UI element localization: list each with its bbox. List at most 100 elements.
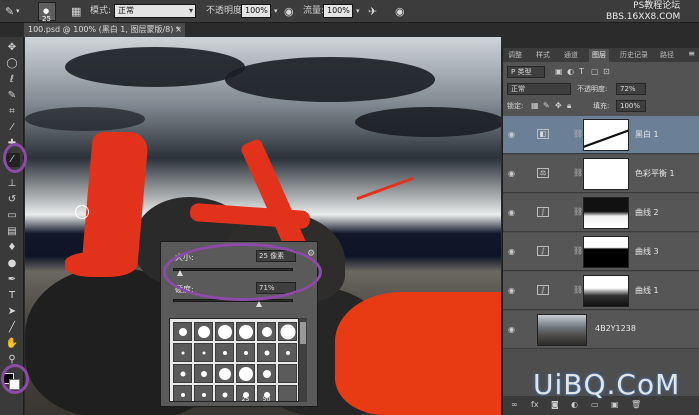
flow-input[interactable]: 100% xyxy=(323,4,353,18)
blur-tool-icon[interactable]: ♦ xyxy=(4,241,20,255)
layer-row[interactable]: ◉ 4B2Y1238 xyxy=(503,311,699,349)
panel-tab[interactable]: 调整 xyxy=(505,49,525,62)
lock-all-icon[interactable]: 🔒︎ xyxy=(567,101,571,111)
eye-icon[interactable]: ◉ xyxy=(508,208,515,217)
opacity-input[interactable]: 100% xyxy=(241,4,271,18)
brush-preset-tile[interactable] xyxy=(194,385,213,401)
hand-tool-icon[interactable]: ✋ xyxy=(4,337,20,351)
filter-adjust-icon[interactable]: ◐ xyxy=(567,67,574,76)
brush-preset-tile[interactable] xyxy=(257,364,276,383)
layer-mask-thumbnail[interactable] xyxy=(583,197,629,229)
brush-preset-tile[interactable] xyxy=(236,322,255,341)
mode-select[interactable]: 正常 xyxy=(114,4,196,18)
gradient-tool-icon[interactable]: ▤ xyxy=(4,225,20,239)
layer-mask-thumbnail[interactable] xyxy=(583,119,629,151)
brush-preset-tile[interactable] xyxy=(278,343,297,362)
filter-pixel-icon[interactable]: ▣ xyxy=(555,67,563,76)
lock-pixels-icon[interactable]: ✎ xyxy=(543,101,550,110)
document-tab[interactable]: 100.psd @ 100% (黑白 1, 图层蒙版/8) * × xyxy=(24,23,185,37)
filter-shape-icon[interactable]: ▢ xyxy=(591,67,599,76)
line-tool-icon[interactable]: ╱ xyxy=(4,321,20,335)
panel-tab[interactable]: 历史记录 xyxy=(617,49,651,62)
brush-preset-tile[interactable] xyxy=(173,322,192,341)
tool-preset-chevron-icon[interactable]: ▾ xyxy=(16,3,20,20)
layer-mask-thumbnail[interactable] xyxy=(583,275,629,307)
brush-preset-tile[interactable] xyxy=(257,322,276,341)
layer-style-icon[interactable]: fx xyxy=(531,400,539,409)
brush-preset-tile[interactable] xyxy=(215,364,234,383)
move-tool-icon[interactable]: ✥ xyxy=(4,41,20,55)
brush-preset-tile[interactable] xyxy=(173,343,192,362)
pressure-size-icon[interactable]: ◉ xyxy=(395,3,405,20)
new-group-icon[interactable]: ▭ xyxy=(591,400,599,409)
filter-smart-icon[interactable]: ⊡ xyxy=(603,67,610,76)
brush-hardness-slider-thumb[interactable] xyxy=(256,301,262,307)
crop-tool-icon[interactable]: ⌗ xyxy=(4,105,20,119)
layer-row[interactable]: ◉ ⚖ ⛓ 色彩平衡 1 xyxy=(503,155,699,193)
mask-link-icon[interactable]: ⛓ xyxy=(573,285,583,294)
delete-layer-icon[interactable]: 🗑︎ xyxy=(631,400,641,409)
layer-filter-select[interactable]: P 类型 xyxy=(507,66,545,78)
airbrush-icon[interactable]: ✈ xyxy=(368,3,377,20)
layer-row[interactable]: ◉ ∫ ⛓ 曲线 2 xyxy=(503,194,699,232)
brush-preset-tile[interactable] xyxy=(257,343,276,362)
path-select-tool-icon[interactable]: ➤ xyxy=(4,305,20,319)
layer-mask-thumbnail[interactable] xyxy=(583,236,629,268)
brush-preset-tile[interactable]: 50 xyxy=(257,385,276,401)
pen-tool-icon[interactable]: ✒ xyxy=(4,273,20,287)
lasso-tool-icon[interactable]: ℓ xyxy=(4,73,20,87)
layer-mask-thumbnail[interactable] xyxy=(583,158,629,190)
brush-preset-tile[interactable] xyxy=(194,322,213,341)
clone-stamp-tool-icon[interactable]: ⊥ xyxy=(4,177,20,191)
mask-link-icon[interactable]: ⛓ xyxy=(573,207,583,216)
eye-icon[interactable]: ◉ xyxy=(508,325,515,334)
eye-icon[interactable]: ◉ xyxy=(508,247,515,256)
brush-preset-tile[interactable] xyxy=(278,364,297,383)
history-brush-tool-icon[interactable]: ↺ xyxy=(4,193,20,207)
pressure-opacity-icon[interactable]: ◉ xyxy=(284,3,294,20)
mask-link-icon[interactable]: ⛓ xyxy=(573,129,583,138)
brush-preset-tile[interactable]: 25 xyxy=(236,385,255,401)
type-tool-icon[interactable]: T xyxy=(4,289,20,303)
link-layers-icon[interactable]: ∞ xyxy=(511,400,518,409)
mask-link-icon[interactable]: ⛓ xyxy=(573,168,583,177)
brush-preset-tile[interactable] xyxy=(278,385,297,401)
eraser-tool-icon[interactable]: ▭ xyxy=(4,209,20,223)
new-adjustment-icon[interactable]: ◐ xyxy=(571,400,578,409)
layer-opacity-input[interactable]: 72% xyxy=(616,83,646,95)
panel-tab[interactable]: 样式 xyxy=(533,49,553,62)
eyedropper-tool-icon[interactable]: ⁄ xyxy=(4,121,20,135)
eye-icon[interactable]: ◉ xyxy=(508,130,515,139)
fill-input[interactable]: 100% xyxy=(616,100,646,112)
eye-icon[interactable]: ◉ xyxy=(508,286,515,295)
lock-transparency-icon[interactable]: ▦ xyxy=(531,101,539,110)
brush-tool-icon[interactable]: ✎ xyxy=(5,3,14,20)
brush-preset-tile[interactable] xyxy=(194,364,213,383)
brush-panel-toggle-icon[interactable]: ▦ xyxy=(71,3,81,20)
brush-preset-scrollbar-thumb[interactable] xyxy=(300,322,306,344)
layer-row[interactable]: ◉ ◧ ⛓ 黑白 1 xyxy=(503,116,699,154)
blend-mode-select[interactable]: 正常 xyxy=(507,83,571,95)
filter-type-icon[interactable]: T xyxy=(579,67,584,76)
brush-preset-tile[interactable] xyxy=(215,322,234,341)
brush-preset-tile[interactable] xyxy=(278,322,297,341)
layer-row[interactable]: ◉ ∫ ⛓ 曲线 1 xyxy=(503,272,699,310)
layer-row[interactable]: ◉ ∫ ⛓ 曲线 3 xyxy=(503,233,699,271)
add-mask-icon[interactable]: ◙ xyxy=(551,400,559,409)
dodge-tool-icon[interactable]: ● xyxy=(4,257,20,271)
brush-preset-tile[interactable] xyxy=(173,385,192,401)
new-layer-icon[interactable]: ▣ xyxy=(611,400,619,409)
brush-preset-tile[interactable] xyxy=(173,364,192,383)
marquee-tool-icon[interactable]: ◯ xyxy=(4,57,20,71)
brush-preset-tile[interactable] xyxy=(236,364,255,383)
lock-position-icon[interactable]: ✥ xyxy=(555,101,562,110)
close-document-icon[interactable]: × xyxy=(175,23,182,37)
mask-link-icon[interactable]: ⛓ xyxy=(573,246,583,255)
panel-tab[interactable]: 图层 xyxy=(589,49,609,62)
opacity-chevron-icon[interactable]: ▾ xyxy=(274,3,278,20)
panel-menu-icon[interactable]: ≡ xyxy=(688,49,695,58)
brush-preset-tile[interactable] xyxy=(215,385,234,401)
layer-image-thumbnail[interactable] xyxy=(537,314,587,346)
panel-tab[interactable]: 通道 xyxy=(561,49,581,62)
flow-chevron-icon[interactable]: ▾ xyxy=(356,3,360,20)
